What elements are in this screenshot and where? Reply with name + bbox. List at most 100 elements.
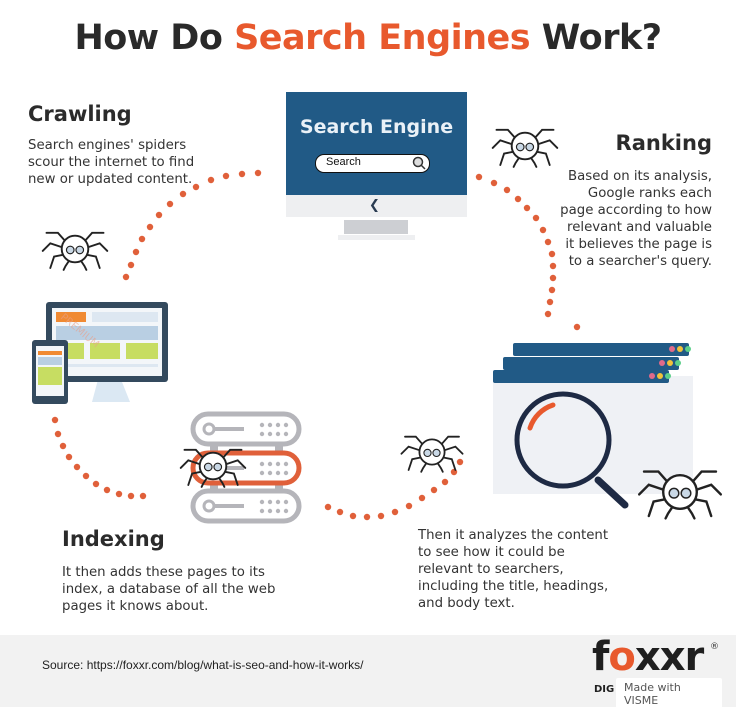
server-led [283, 461, 289, 467]
path-dot [138, 235, 146, 243]
server-led [275, 499, 281, 505]
made-with-visme-badge[interactable]: Made with VISME [616, 678, 722, 710]
path-dot [405, 502, 413, 510]
window-control-dot [677, 346, 683, 352]
logo-wordmark: foxxr [592, 634, 704, 680]
path-dot [65, 453, 73, 461]
path-dot [92, 480, 100, 488]
ranking-description: Based on its analysis, Google ranks each… [560, 169, 712, 269]
path-dot [490, 179, 498, 187]
path-dot [222, 172, 230, 180]
path-dot [363, 513, 371, 521]
path-dot [82, 472, 90, 480]
path-dot [377, 512, 385, 520]
path-dot [549, 274, 557, 282]
window-control-dot [685, 346, 691, 352]
search-icon [412, 156, 426, 170]
registered-mark: ® [710, 642, 719, 652]
search-input: Search [315, 154, 430, 173]
path-dot [155, 211, 163, 219]
search-engine-title: Search Engine [299, 116, 454, 138]
path-dot [139, 492, 147, 500]
path-dot [54, 430, 62, 438]
window-control-dot [675, 360, 681, 366]
path-dot [127, 492, 135, 500]
path-dot [349, 512, 357, 520]
window-control-dot [659, 360, 665, 366]
path-dot [503, 186, 511, 194]
window-control-dot [669, 346, 675, 352]
logo-o: o [608, 634, 636, 680]
path-dot [532, 214, 540, 222]
path-dot [127, 261, 135, 269]
server-led [275, 422, 281, 428]
path-dot [103, 486, 111, 494]
server-led [275, 470, 281, 476]
path-dot [475, 173, 483, 181]
server-led [267, 461, 273, 467]
server-led [259, 508, 265, 514]
server-led [283, 508, 289, 514]
window-control-dot [667, 360, 673, 366]
server-led [259, 470, 265, 476]
foxxr-logo: foxxr ® DIG Made with VISME [592, 634, 722, 710]
server-led [259, 461, 265, 467]
server-led [267, 431, 273, 437]
path-dot [456, 458, 464, 466]
path-dot [146, 223, 154, 231]
spider-icon [400, 435, 464, 473]
path-dot [523, 204, 531, 212]
server-led [267, 499, 273, 505]
server-led [275, 431, 281, 437]
path-dot [238, 170, 246, 178]
source-link[interactable]: Source: https://foxxr.com/blog/what-is-s… [42, 658, 363, 672]
server-led [267, 508, 273, 514]
path-dot [544, 310, 552, 318]
server-led [259, 422, 265, 428]
spider-icon [491, 128, 559, 168]
path-dot [573, 323, 581, 331]
path-dot [179, 190, 187, 198]
logo-rest: xxr [634, 634, 704, 680]
indexing-description: It then adds these pages to its index, a… [62, 565, 276, 614]
path-dot [122, 273, 130, 281]
path-dot [51, 416, 59, 424]
path-dot [548, 286, 556, 294]
back-arrow-icon: ❮ [369, 198, 380, 213]
path-dot [207, 176, 215, 184]
crawling-description: Search engines' spiders scour the intern… [28, 138, 195, 187]
server-led [267, 422, 273, 428]
server-led [259, 499, 265, 505]
server-led [267, 470, 273, 476]
server-led [259, 431, 265, 437]
path-dot [430, 486, 438, 494]
window-control-dot [665, 373, 671, 379]
search-engine-monitor: Search Engine Search ❮ [286, 92, 467, 244]
monitor-screen [286, 92, 467, 195]
window-control-dot [649, 373, 655, 379]
path-dot [132, 248, 140, 256]
crawling-heading: Crawling [28, 102, 132, 126]
path-dot [514, 195, 522, 203]
path-dot [324, 503, 332, 511]
path-dot [391, 508, 399, 516]
path-dot [549, 262, 557, 270]
path-dot [254, 169, 262, 177]
path-dot [166, 200, 174, 208]
path-dot [544, 238, 552, 246]
server-led [283, 422, 289, 428]
path-dot [548, 250, 556, 258]
analyzing-description: Then it analyzes the content to see how … [418, 528, 609, 611]
path-dot [73, 463, 81, 471]
server-led [275, 461, 281, 467]
path-dot [336, 508, 344, 516]
path-dot [546, 298, 554, 306]
server-led [283, 470, 289, 476]
search-input-label: Search [326, 156, 361, 168]
logo-subtitle: DIG [594, 684, 615, 695]
window-control-dot [657, 373, 663, 379]
path-dot [59, 442, 67, 450]
desktop-mobile-icon [32, 302, 168, 404]
server-led [275, 508, 281, 514]
path-dot [418, 494, 426, 502]
